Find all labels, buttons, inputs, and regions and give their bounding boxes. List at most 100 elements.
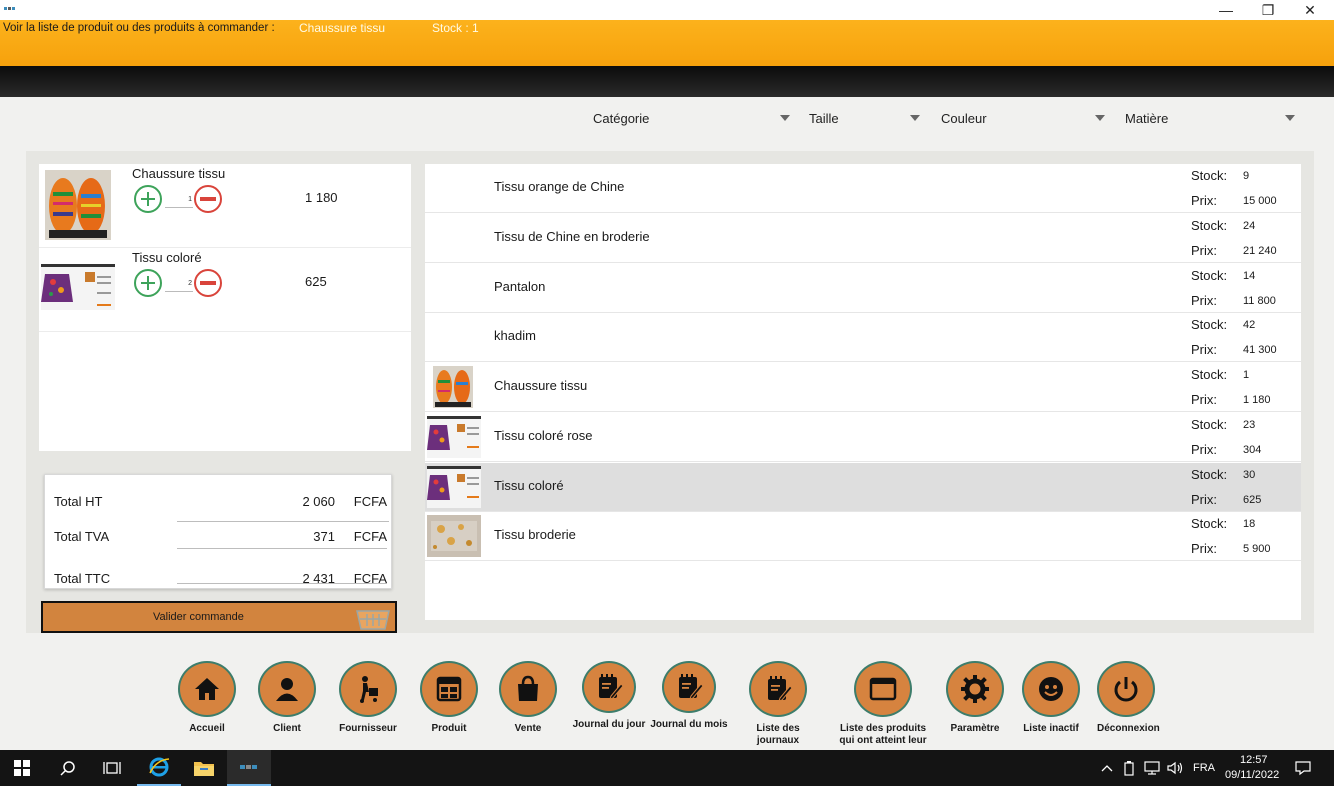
nav-circle[interactable] bbox=[1022, 661, 1080, 717]
nav-circle[interactable] bbox=[499, 661, 557, 717]
nav-client[interactable]: Client bbox=[258, 661, 316, 735]
nav-label: Liste des produits qui ont atteint leur bbox=[839, 723, 927, 746]
volume-icon[interactable] bbox=[1166, 761, 1184, 775]
taskbar-search-button[interactable] bbox=[46, 750, 90, 786]
filter-categorie[interactable]: Catégorie bbox=[593, 111, 793, 127]
stock-label: Stock: bbox=[1191, 168, 1228, 183]
nav-circle[interactable] bbox=[582, 661, 636, 713]
qty-increase-button[interactable] bbox=[134, 269, 162, 297]
nav-circle[interactable] bbox=[749, 661, 807, 717]
gear-icon bbox=[961, 675, 989, 703]
qty-increase-button[interactable] bbox=[134, 185, 162, 213]
nav-circle[interactable] bbox=[420, 661, 478, 717]
dropdown-arrow-icon bbox=[910, 115, 920, 121]
nav-circle[interactable] bbox=[1097, 661, 1155, 717]
price-label: Prix: bbox=[1191, 242, 1217, 258]
header-current-stock: Stock : 1 bbox=[432, 21, 479, 35]
filter-matiere[interactable]: Matière bbox=[1125, 111, 1297, 127]
nav-circle[interactable] bbox=[258, 661, 316, 717]
nav-label: Accueil bbox=[189, 723, 225, 734]
cart-item: Tissu coloré 625 bbox=[39, 248, 411, 332]
nav-liste-des-journaux[interactable]: Liste des journaux bbox=[737, 661, 819, 747]
product-thumbnail bbox=[427, 415, 481, 458]
price-value: 15 000 bbox=[1243, 195, 1277, 207]
face-icon bbox=[1039, 677, 1063, 701]
product-row[interactable]: Tissu de Chine en broderie Stock: 24 Prix: 2… bbox=[425, 214, 1301, 263]
clock-date[interactable]: 09/11/2022 bbox=[1225, 769, 1279, 781]
product-row[interactable]: khadim Stock: 42 Prix: 41 300 bbox=[425, 313, 1301, 363]
filter-label: Catégorie bbox=[593, 111, 650, 126]
nav-circle[interactable] bbox=[662, 661, 716, 713]
product-row[interactable]: Chaussure tissu Stock: 1 Prix: 1 180 bbox=[425, 363, 1301, 412]
taskbar-ie-button[interactable] bbox=[137, 750, 181, 786]
product-row[interactable]: Pantalon Stock: 14 Prix: 11 800 bbox=[425, 264, 1301, 313]
taskbar-app-button[interactable] bbox=[227, 750, 271, 786]
product-name: Tissu orange de Chine bbox=[494, 179, 625, 194]
nav-circle[interactable] bbox=[946, 661, 1004, 717]
nav-vente[interactable]: Vente bbox=[499, 661, 557, 735]
start-button[interactable] bbox=[0, 750, 44, 786]
total-ttc-row: Total TTC 2 431 FCFA bbox=[45, 567, 393, 591]
price-value: 41 300 bbox=[1243, 344, 1277, 357]
chevron-up-icon[interactable] bbox=[1101, 763, 1113, 773]
qty-input[interactable] bbox=[165, 192, 193, 208]
filter-taille[interactable]: Taille bbox=[809, 111, 925, 127]
nav-journal-du-mois[interactable]: Journal du mois bbox=[650, 661, 728, 731]
cart-item-name: Chaussure tissu bbox=[132, 166, 226, 181]
nav-journal-du-jour[interactable]: Journal du jour bbox=[570, 661, 648, 731]
nav-label: Déconnexion bbox=[1097, 723, 1160, 734]
stock-value: 1 bbox=[1243, 369, 1250, 381]
total-ttc-label: Total TTC bbox=[54, 571, 111, 586]
nav-label: Journal du jour bbox=[572, 719, 646, 730]
qty-input[interactable] bbox=[165, 276, 193, 292]
restore-button[interactable]: ❐ bbox=[1246, 0, 1290, 20]
network-icon[interactable] bbox=[1143, 761, 1161, 775]
nav-accueil[interactable]: Accueil bbox=[178, 661, 236, 735]
task-view-icon bbox=[103, 762, 121, 774]
nav-circle[interactable] bbox=[339, 661, 397, 717]
task-view-button[interactable] bbox=[90, 750, 134, 786]
nav-label: Liste inactif bbox=[1023, 723, 1079, 734]
nav-déconnexion[interactable]: Déconnexion bbox=[1097, 661, 1160, 735]
close-button[interactable]: ✕ bbox=[1288, 0, 1332, 20]
minimize-button[interactable]: — bbox=[1204, 0, 1248, 20]
product-grid-icon bbox=[436, 676, 462, 702]
input-language[interactable]: FRA bbox=[1193, 762, 1215, 774]
total-ht-label: Total HT bbox=[54, 494, 103, 509]
stock-label: Stock: bbox=[1191, 267, 1228, 283]
filter-label: Couleur bbox=[941, 111, 987, 126]
total-ht-unit: FCFA bbox=[353, 494, 387, 509]
total-ht-row: Total HT 2 060 FCFA bbox=[45, 490, 393, 522]
total-tva-row: Total TVA 371 FCFA bbox=[45, 525, 393, 549]
nav-label: Journal du mois bbox=[650, 719, 728, 730]
product-row[interactable]: Tissu orange de Chine Stock: 9 Prix: 15 000 bbox=[425, 164, 1301, 213]
stock-value: 23 bbox=[1243, 418, 1256, 431]
battery-icon[interactable] bbox=[1124, 760, 1134, 776]
nav-circle[interactable] bbox=[178, 661, 236, 717]
stock-value: 14 bbox=[1243, 269, 1256, 282]
app-logo-icon bbox=[240, 765, 257, 769]
qty-decrease-button[interactable] bbox=[194, 185, 222, 213]
product-row[interactable]: Tissu coloré Stock: 30 Prix: 625 bbox=[425, 462, 1301, 512]
clock-time[interactable]: 12:57 bbox=[1240, 754, 1268, 766]
taskbar-explorer-button[interactable] bbox=[182, 750, 226, 786]
qty-decrease-button[interactable] bbox=[194, 269, 222, 297]
total-tva-value: 371 bbox=[313, 529, 335, 544]
nav-liste-des-produits-qui-ont-atteint-leur[interactable]: Liste des produits qui ont atteint leur bbox=[832, 661, 934, 747]
validate-order-button[interactable]: Valider commande bbox=[41, 601, 397, 633]
nav-circle[interactable] bbox=[854, 661, 912, 717]
nav-fournisseur[interactable]: Fournisseur bbox=[339, 661, 397, 735]
nav-paramètre[interactable]: Paramètre bbox=[946, 661, 1004, 735]
filter-label: Matière bbox=[1125, 111, 1169, 126]
nav-liste-inactif[interactable]: Liste inactif bbox=[1010, 661, 1092, 735]
product-row[interactable]: Tissu broderie Stock: 18 Prix: 5 900 bbox=[425, 512, 1301, 562]
shopping-bag-icon bbox=[518, 675, 538, 701]
notification-icon[interactable] bbox=[1295, 760, 1311, 776]
product-thumbnail bbox=[427, 465, 481, 508]
nav-produit[interactable]: Produit bbox=[420, 661, 478, 735]
product-thumbnail bbox=[433, 366, 473, 408]
product-name: Tissu coloré rose bbox=[494, 427, 593, 443]
stock-value: 42 bbox=[1243, 319, 1256, 332]
filter-couleur[interactable]: Couleur bbox=[941, 111, 1109, 127]
product-row[interactable]: Tissu coloré rose Stock: 23 Prix: 304 bbox=[425, 413, 1301, 462]
